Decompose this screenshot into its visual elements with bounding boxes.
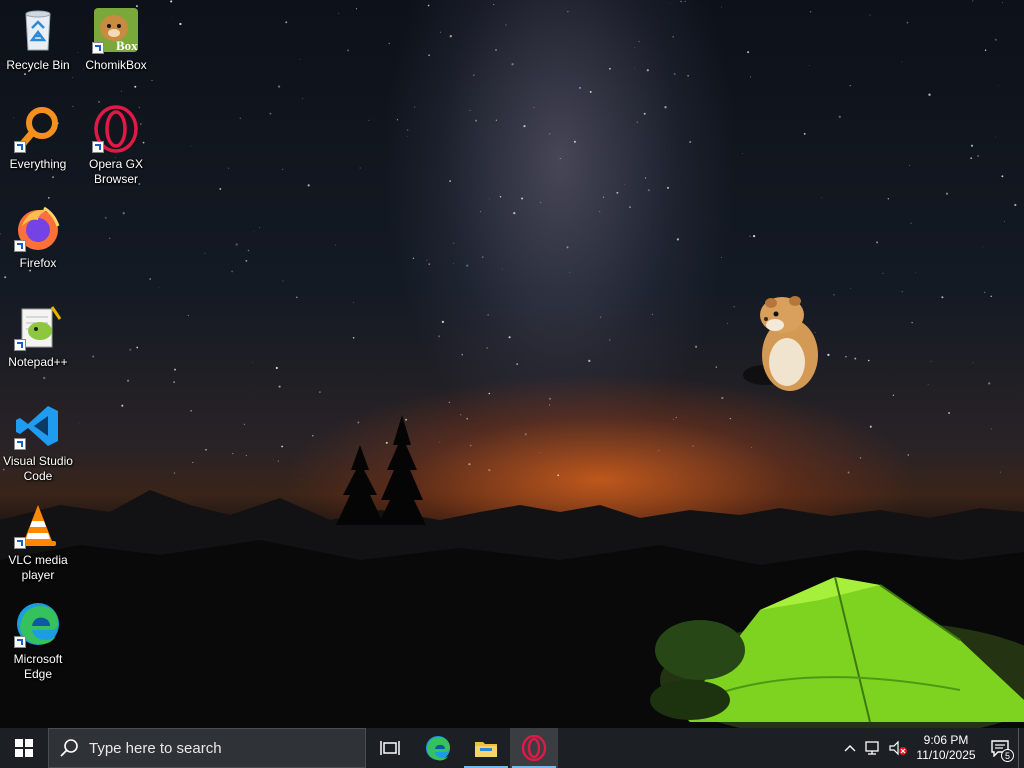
desktop-icon-vlc[interactable]: VLC media player (0, 501, 76, 583)
taskbar-search-box[interactable]: Type here to search (48, 728, 366, 768)
desktop-icon-label: Everything (9, 157, 67, 171)
volume-button[interactable] (886, 728, 910, 768)
shortcut-arrow-icon (14, 537, 26, 549)
edge-icon (14, 600, 62, 648)
desktop-icon-label: Microsoft Edge (13, 652, 63, 681)
shortcut-arrow-icon (92, 141, 104, 153)
firefox-icon (14, 204, 62, 252)
system-tray: 9:06 PM 11/10/2025 5 (838, 728, 1024, 768)
notepad-plus-plus-icon (14, 303, 62, 351)
desktop-icon-label: Recycle Bin (6, 58, 70, 72)
opera-gx-icon (521, 735, 547, 761)
taskbar-app-opera-gx[interactable] (510, 728, 558, 768)
clock-date: 11/10/2025 (916, 748, 976, 762)
action-center-button[interactable]: 5 (982, 728, 1018, 768)
shortcut-arrow-icon (14, 438, 26, 450)
desktop-icon-label: Visual Studio Code (3, 454, 73, 483)
folder-icon (475, 742, 497, 757)
desktop-icon-label: ChomikBox (85, 58, 147, 72)
chomikbox-badge-text: Box (116, 38, 138, 53)
desktop-icon-notepad-plus-plus[interactable]: Notepad++ (0, 303, 76, 370)
shortcut-arrow-icon (14, 339, 26, 351)
desktop-icon-recycle-bin[interactable]: Recycle Bin (0, 6, 76, 73)
windows-logo-icon (15, 739, 33, 757)
shortcut-arrow-icon (14, 636, 26, 648)
everything-search-icon (14, 105, 62, 153)
desktop-icon-opera-gx[interactable]: Opera GX Browser (78, 105, 154, 187)
chevron-up-icon (844, 745, 856, 752)
desktop-icon-microsoft-edge[interactable]: Microsoft Edge (0, 600, 76, 682)
desktop-icon-everything[interactable]: Everything (0, 105, 76, 172)
edge-icon (426, 736, 450, 761)
task-view-icon (380, 741, 400, 755)
desktop-icon-label: Opera GX Browser (88, 157, 144, 186)
desktop-icon-vscode[interactable]: Visual Studio Code (0, 402, 76, 484)
desktop-icon-chomikbox[interactable]: Box ChomikBox (78, 6, 154, 73)
taskbar: Type here to search 9:06 PM 11/10/2025 5 (0, 728, 1024, 768)
hamster-desktop-pet[interactable] (735, 290, 825, 400)
show-hidden-icons-button[interactable] (838, 728, 862, 768)
vscode-icon (14, 402, 62, 450)
shortcut-arrow-icon (14, 141, 26, 153)
recycle-bin-icon (14, 6, 62, 54)
taskbar-app-file-explorer[interactable] (462, 728, 510, 768)
start-button[interactable] (0, 728, 48, 768)
network-button[interactable] (862, 728, 886, 768)
desktop-icon-label: Notepad++ (8, 355, 68, 369)
desktop[interactable]: Recycle Bin Everything Firefox Notepad++… (0, 0, 1024, 728)
taskbar-clock[interactable]: 9:06 PM 11/10/2025 (910, 733, 982, 763)
clock-time: 9:06 PM (923, 733, 969, 747)
volume-muted-icon (889, 740, 907, 756)
desktop-icon-label: Firefox (19, 256, 57, 270)
opera-gx-icon (92, 105, 140, 153)
notification-count-badge: 5 (1001, 749, 1014, 762)
chomikbox-icon: Box (92, 6, 140, 54)
taskbar-app-edge[interactable] (414, 728, 462, 768)
desktop-icon-firefox[interactable]: Firefox (0, 204, 76, 271)
task-view-button[interactable] (366, 728, 414, 768)
shortcut-arrow-icon (14, 240, 26, 252)
desktop-icon-label: VLC media player (8, 553, 68, 582)
network-disconnected-icon (865, 741, 879, 755)
shortcut-arrow-icon (92, 42, 104, 54)
vlc-icon (14, 501, 62, 549)
search-placeholder: Type here to search (89, 739, 222, 757)
search-icon (60, 739, 78, 757)
show-desktop-button[interactable] (1018, 728, 1024, 768)
